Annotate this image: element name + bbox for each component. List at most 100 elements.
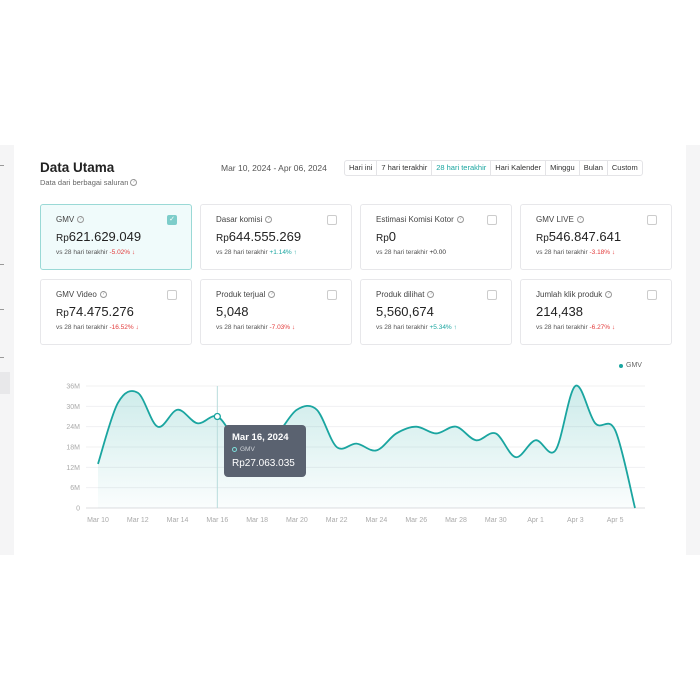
chart-tooltip: Mar 16, 2024 GMV Rp27.063.035 xyxy=(224,425,306,477)
comparison-text: vs 28 hari terakhir xyxy=(536,324,588,331)
metric-card[interactable]: GMV Video? Rp74.475.276 vs 28 hari terakhi… xyxy=(40,279,192,345)
delta-value: -7.03% xyxy=(269,324,291,331)
metric-checkbox[interactable]: ✓ xyxy=(167,215,177,225)
metric-comparison: vs 28 hari terakhir -6.27% ↓ xyxy=(536,324,615,331)
legend-dot-icon xyxy=(619,363,623,368)
currency-prefix: Rp xyxy=(376,233,389,244)
delta-value: +0.00 xyxy=(429,249,446,256)
trend-arrow-icon: ↓ xyxy=(611,324,616,331)
tab-period[interactable]: 7 hari terakhir xyxy=(377,161,433,175)
metric-label-text: Jumlah klik produk xyxy=(536,290,603,299)
info-icon[interactable]: ? xyxy=(268,291,276,298)
metric-card[interactable]: Estimasi Komisi Kotor? Rp0 vs 28 hari tera… xyxy=(360,204,512,270)
metric-value: 5,048 xyxy=(216,304,249,319)
metric-comparison: vs 28 hari terakhir +0.00 xyxy=(376,249,446,256)
comparison-text: vs 28 hari terakhir xyxy=(56,249,108,256)
tab-period[interactable]: Hari Kalender xyxy=(491,161,547,175)
delta-value: -5.02% xyxy=(109,249,131,256)
metric-comparison: vs 28 hari terakhir +5.34% ↑ xyxy=(376,324,457,331)
tooltip-date: Mar 16, 2024 xyxy=(232,432,289,443)
trend-arrow-icon: ↓ xyxy=(611,249,616,256)
metric-comparison: vs 28 hari terakhir -3.18% ↓ xyxy=(536,249,615,256)
info-icon[interactable]: ? xyxy=(605,291,613,298)
metric-label: Produk dilihat? xyxy=(376,290,435,299)
subtitle-text: Data dari berbagai saluran xyxy=(40,178,129,187)
metric-value: 214,438 xyxy=(536,304,583,319)
metric-card[interactable]: Produk terjual? 5,048 vs 28 hari terakhir … xyxy=(200,279,352,345)
metric-checkbox[interactable] xyxy=(487,215,497,225)
info-icon[interactable]: ? xyxy=(265,216,273,223)
sidebar-scroll-handle[interactable] xyxy=(0,372,10,394)
trend-arrow-icon: ↓ xyxy=(131,249,136,256)
delta-value: +5.34% xyxy=(429,324,452,331)
metric-card[interactable]: Dasar komisi? Rp644.555.269 vs 28 hari ter… xyxy=(200,204,352,270)
info-icon[interactable]: ? xyxy=(427,291,435,298)
metric-card[interactable]: GMV LIVE? Rp546.847.641 vs 28 hari terakhi… xyxy=(520,204,672,270)
metric-value: Rp0 xyxy=(376,229,396,244)
delta-value: -3.18% xyxy=(589,249,611,256)
metric-label: Jumlah klik produk? xyxy=(536,290,613,299)
date-range[interactable]: Mar 10, 2024 - Apr 06, 2024 xyxy=(221,163,327,173)
metric-checkbox[interactable] xyxy=(327,290,337,300)
metric-checkbox[interactable] xyxy=(327,215,337,225)
metric-label: GMV LIVE? xyxy=(536,215,584,224)
info-icon[interactable]: ? xyxy=(130,179,138,186)
comparison-text: vs 28 hari terakhir xyxy=(536,249,588,256)
tab-period[interactable]: Minggu xyxy=(546,161,580,175)
delta-value: -6.27% xyxy=(589,324,611,331)
metric-number: 546.847.641 xyxy=(548,229,622,244)
metric-value: Rp546.847.641 xyxy=(536,229,621,244)
trend-arrow-icon: ↓ xyxy=(291,324,296,331)
trend-arrow-icon: ↓ xyxy=(135,324,139,331)
metric-label-text: GMV xyxy=(56,215,75,224)
currency-prefix: Rp xyxy=(56,233,69,244)
metric-number: 214,438 xyxy=(536,304,583,319)
comparison-text: vs 28 hari terakhir xyxy=(216,249,268,256)
metric-comparison: vs 28 hari terakhir -7.03% ↓ xyxy=(216,324,295,331)
metric-label-text: GMV Video xyxy=(56,290,97,299)
section-header: Data Utama Data dari berbagai saluran ? … xyxy=(40,160,672,190)
metric-value: Rp621.629.049 xyxy=(56,229,141,244)
delta-value: +1.14% xyxy=(269,249,292,256)
metric-card[interactable]: GMV? ✓ Rp621.629.049 vs 28 hari terakhir -5… xyxy=(40,204,192,270)
trend-arrow-icon: ↑ xyxy=(293,249,297,256)
delta-value: -16.52% xyxy=(109,324,134,331)
tooltip-series: GMV xyxy=(232,446,255,453)
tab-period[interactable]: Bulan xyxy=(580,161,608,175)
metric-card[interactable]: Produk dilihat? 5,560,674 vs 28 hari terak… xyxy=(360,279,512,345)
info-icon[interactable]: ? xyxy=(99,291,107,298)
comparison-text: vs 28 hari terakhir xyxy=(216,324,268,331)
metric-label: GMV Video? xyxy=(56,290,107,299)
metric-comparison: vs 28 hari terakhir -16.52% ↓ xyxy=(56,324,139,331)
tooltip-value: Rp27.063.035 xyxy=(232,458,295,469)
metric-checkbox[interactable] xyxy=(487,290,497,300)
currency-prefix: Rp xyxy=(56,308,69,319)
metric-card[interactable]: Jumlah klik produk? 214,438 vs 28 hari ter… xyxy=(520,279,672,345)
legend-label: GMV xyxy=(626,362,642,369)
metric-number: 621.629.049 xyxy=(68,229,142,244)
metric-label: Dasar komisi? xyxy=(216,215,273,224)
metric-checkbox[interactable] xyxy=(167,290,177,300)
currency-prefix: Rp xyxy=(536,233,549,244)
metric-value: Rp74.475.276 xyxy=(56,304,134,319)
tab-period[interactable]: 28 hari terakhir xyxy=(432,161,492,175)
chart-legend[interactable]: GMV xyxy=(619,362,642,369)
trend-arrow-icon: ↑ xyxy=(453,324,457,331)
metric-number: 5,560,674 xyxy=(376,304,434,319)
metric-checkbox[interactable] xyxy=(647,290,657,300)
metric-number: 0 xyxy=(388,229,397,244)
tooltip-series-label: GMV xyxy=(240,446,255,453)
tab-period[interactable]: Hari ini xyxy=(345,161,378,175)
metric-value: 5,560,674 xyxy=(376,304,434,319)
metric-checkbox[interactable] xyxy=(647,215,657,225)
info-icon[interactable]: ? xyxy=(77,216,85,223)
sidebar-tick xyxy=(0,357,4,358)
series-dot-icon xyxy=(232,447,237,452)
sidebar-tick xyxy=(0,309,4,310)
info-icon[interactable]: ? xyxy=(456,216,464,223)
metric-label: Estimasi Komisi Kotor? xyxy=(376,215,464,224)
comparison-text: vs 28 hari terakhir xyxy=(56,324,108,331)
period-tabs: Hari ini 7 hari terakhir 28 hari terakhir H… xyxy=(344,160,643,176)
info-icon[interactable]: ? xyxy=(576,216,584,223)
tab-period[interactable]: Custom xyxy=(608,161,642,175)
